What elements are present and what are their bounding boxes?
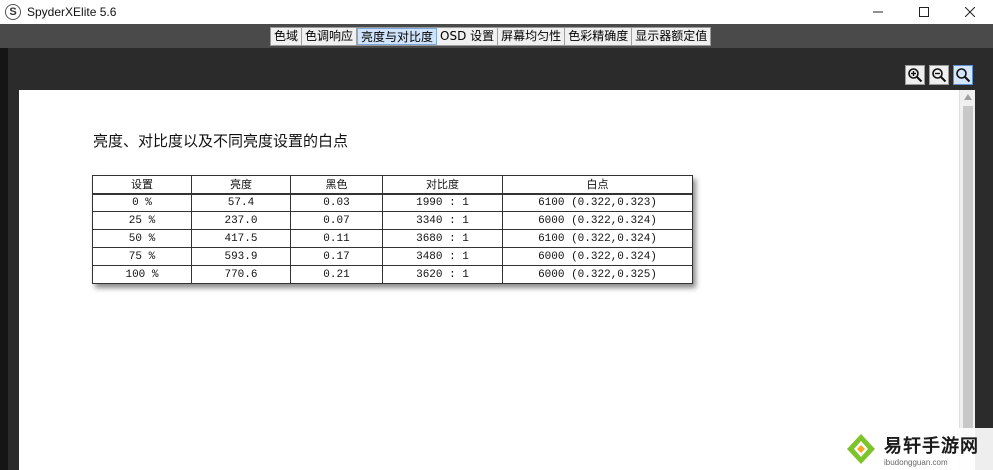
vertical-scrollbar[interactable] — [959, 90, 975, 470]
column-header-luminance: 亮度 — [191, 175, 291, 195]
close-icon — [965, 7, 975, 17]
table-cell: 0.21 — [290, 265, 383, 284]
table-cell: 237.0 — [191, 211, 291, 230]
table-cell: 0.17 — [290, 247, 383, 266]
watermark-logo-icon — [847, 434, 875, 464]
table-row: 50 % 417.5 0.11 3680 : 1 6100 (0.322,0.3… — [92, 229, 693, 248]
table-cell: 6000 (0.322,0.324) — [502, 247, 693, 266]
report-page: 亮度、对比度以及不同亮度设置的白点 设置 亮度 黑色 对比度 白点 0 % 57… — [19, 90, 959, 470]
table-cell: 50 % — [92, 229, 192, 248]
close-button[interactable] — [947, 0, 993, 24]
report-tabs: 色域 色调响应 亮度与对比度 OSD 设置 屏幕均匀性 色彩精确度 显示器额定值 — [270, 27, 712, 46]
scrollbar-thumb[interactable] — [963, 106, 973, 436]
brightness-contrast-table: 设置 亮度 黑色 对比度 白点 0 % 57.4 0.03 1990 : 1 6… — [92, 175, 693, 284]
watermark-name: 易轩手游网 — [884, 435, 979, 457]
table-cell: 75 % — [92, 247, 192, 266]
table-cell: 0.03 — [290, 193, 383, 212]
table-cell: 0 % — [92, 193, 192, 212]
table-cell: 593.9 — [191, 247, 291, 266]
table-cell: 0.07 — [290, 211, 383, 230]
report-heading: 亮度、对比度以及不同亮度设置的白点 — [93, 132, 349, 150]
table-cell: 6000 (0.322,0.324) — [502, 211, 693, 230]
table-row: 100 % 770.6 0.21 3620 : 1 6000 (0.322,0.… — [92, 265, 693, 284]
watermark-domain: ibudongguan.com — [884, 457, 948, 467]
table-cell: 57.4 — [191, 193, 291, 212]
tab-screen-uniformity[interactable]: 屏幕均匀性 — [498, 28, 566, 45]
maximize-icon — [919, 7, 929, 17]
minimize-button[interactable] — [855, 0, 901, 24]
maximize-button[interactable] — [901, 0, 947, 24]
table-cell: 6100 (0.322,0.324) — [502, 229, 693, 248]
table-cell: 100 % — [92, 265, 192, 284]
table-cell: 3680 : 1 — [382, 229, 503, 248]
table-cell: 25 % — [92, 211, 192, 230]
tab-osd-settings[interactable]: OSD 设置 — [437, 28, 499, 45]
table-cell: 6100 (0.322,0.323) — [502, 193, 693, 212]
tab-display-rating[interactable]: 显示器额定值 — [632, 28, 711, 45]
tab-gamut[interactable]: 色域 — [271, 28, 303, 45]
table-cell: 6000 (0.322,0.325) — [502, 265, 693, 284]
column-header-setting: 设置 — [92, 175, 192, 195]
table-cell: 3620 : 1 — [382, 265, 503, 284]
table-cell: 0.11 — [290, 229, 383, 248]
table-cell: 417.5 — [191, 229, 291, 248]
table-cell: 770.6 — [191, 265, 291, 284]
zoom-out-icon — [932, 68, 947, 83]
table-row: 0 % 57.4 0.03 1990 : 1 6100 (0.322,0.323… — [92, 193, 693, 212]
zoom-out-button[interactable] — [929, 65, 949, 85]
table-cell: 3480 : 1 — [382, 247, 503, 266]
right-border — [975, 90, 993, 470]
window-title: SpyderXElite 5.6 — [27, 5, 117, 19]
app-logo-icon: S — [5, 4, 21, 20]
table-cell: 3340 : 1 — [382, 211, 503, 230]
window-controls — [855, 0, 993, 24]
zoom-fit-button[interactable] — [953, 65, 973, 85]
column-header-contrast: 对比度 — [382, 175, 503, 195]
zoom-in-icon — [908, 68, 923, 83]
title-bar: S SpyderXElite 5.6 — [0, 0, 993, 24]
zoom-fit-icon — [956, 68, 971, 83]
tab-brightness-contrast[interactable]: 亮度与对比度 — [357, 28, 438, 45]
zoom-toolbar — [905, 65, 973, 85]
table-cell: 1990 : 1 — [382, 193, 503, 212]
site-watermark: 易轩手游网 ibudongguan.com — [838, 428, 993, 470]
left-border — [0, 48, 8, 470]
minimize-icon — [873, 11, 883, 13]
table-header-row: 设置 亮度 黑色 对比度 白点 — [92, 175, 693, 195]
tab-tone-response[interactable]: 色调响应 — [302, 28, 358, 45]
column-header-white-point: 白点 — [502, 175, 693, 195]
zoom-in-button[interactable] — [905, 65, 925, 85]
scroll-up-arrow-icon[interactable] — [964, 94, 972, 100]
column-header-black: 黑色 — [290, 175, 383, 195]
table-row: 25 % 237.0 0.07 3340 : 1 6000 (0.322,0.3… — [92, 211, 693, 230]
tab-color-accuracy[interactable]: 色彩精确度 — [565, 28, 633, 45]
table-row: 75 % 593.9 0.17 3480 : 1 6000 (0.322,0.3… — [92, 247, 693, 266]
